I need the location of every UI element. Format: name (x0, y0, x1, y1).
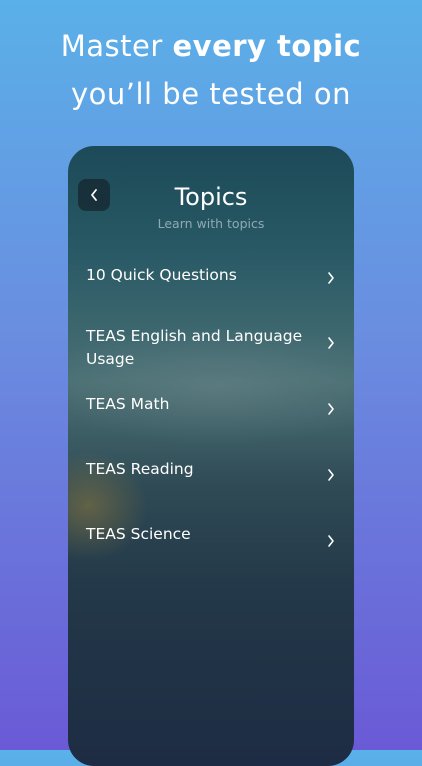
topic-item-math[interactable]: TEAS Math (68, 390, 354, 434)
topic-label: TEAS Math (86, 395, 170, 413)
phone-screen: Topics Learn with topics 10 Quick Questi… (68, 146, 354, 766)
headline-emphasis: every topic (172, 29, 362, 63)
page-subtitle: Learn with topics (157, 216, 265, 231)
topic-label: TEAS English and Language Usage (86, 327, 303, 368)
chevron-right-icon (328, 272, 334, 284)
page-title: Topics (174, 183, 248, 211)
topic-label: TEAS Reading (86, 460, 194, 478)
topic-item-science[interactable]: TEAS Science (68, 520, 354, 564)
topic-item-quick-questions[interactable]: 10 Quick Questions (68, 258, 354, 302)
headline-line-1: Master every topic (0, 22, 422, 70)
topic-item-english[interactable]: TEAS English and Language Usage (68, 322, 354, 376)
chevron-right-icon (328, 469, 334, 481)
topic-label: TEAS Science (86, 525, 191, 543)
topic-label: 10 Quick Questions (86, 266, 237, 284)
promo-headline: Master every topic you’ll be tested on (0, 22, 422, 118)
headline-line-2: you’ll be tested on (70, 77, 352, 111)
chevron-right-icon (328, 535, 334, 547)
topic-item-reading[interactable]: TEAS Reading (68, 455, 354, 499)
chevron-right-icon (328, 337, 334, 349)
headline-prefix: Master (60, 29, 173, 63)
chevron-right-icon (328, 403, 334, 415)
